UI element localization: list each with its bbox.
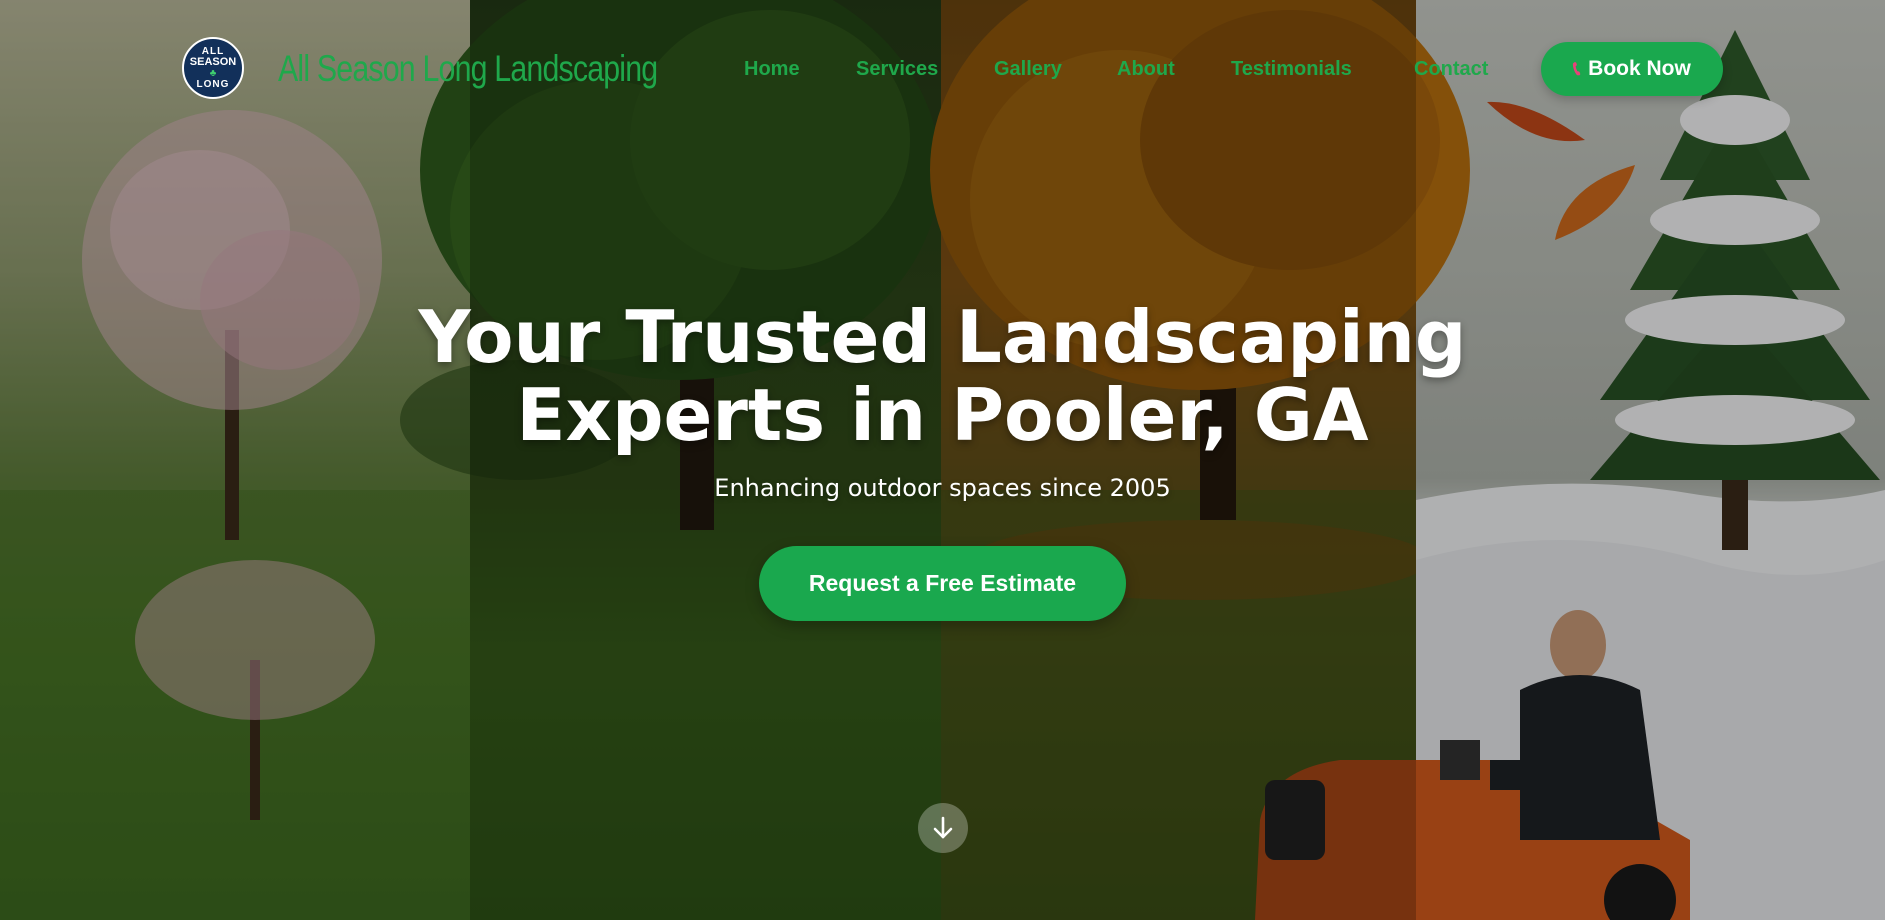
request-estimate-button[interactable]: Request a Free Estimate (759, 546, 1126, 621)
hero-title: Your Trusted Landscaping Experts in Pool… (0, 298, 1885, 454)
brand-name[interactable]: All Season Long Landscaping (278, 44, 658, 94)
nav-services[interactable]: Services (856, 53, 938, 85)
site-logo[interactable]: ALL SEASON ♣ LONG (182, 37, 244, 99)
site-header: ALL SEASON ♣ LONG All Season Long Landsc… (0, 0, 1885, 140)
nav-contact[interactable]: Contact (1414, 53, 1488, 85)
book-now-button[interactable]: 📞︎ Book Now (1541, 42, 1723, 96)
scroll-down-button[interactable] (918, 803, 968, 853)
hero-subtitle: Enhancing outdoor spaces since 2005 (714, 474, 1171, 502)
book-now-label: Book Now (1588, 57, 1691, 80)
logo-text-long: LONG (196, 78, 230, 90)
nav-about[interactable]: About (1117, 53, 1175, 85)
nav-testimonials[interactable]: Testimonials (1231, 53, 1352, 85)
hero-title-line-1: Your Trusted Landscaping (418, 295, 1467, 379)
leaf-icon: ♣ (209, 67, 217, 79)
nav-home[interactable]: Home (744, 53, 800, 85)
logo-text-all: ALL (201, 45, 225, 57)
phone-icon: 📞︎ (1573, 57, 1581, 80)
arrow-down-icon (933, 816, 953, 839)
hero-title-line-2: Experts in Pooler, GA (516, 373, 1369, 457)
logo-text-season: SEASON (189, 55, 237, 68)
nav-gallery[interactable]: Gallery (994, 53, 1062, 85)
